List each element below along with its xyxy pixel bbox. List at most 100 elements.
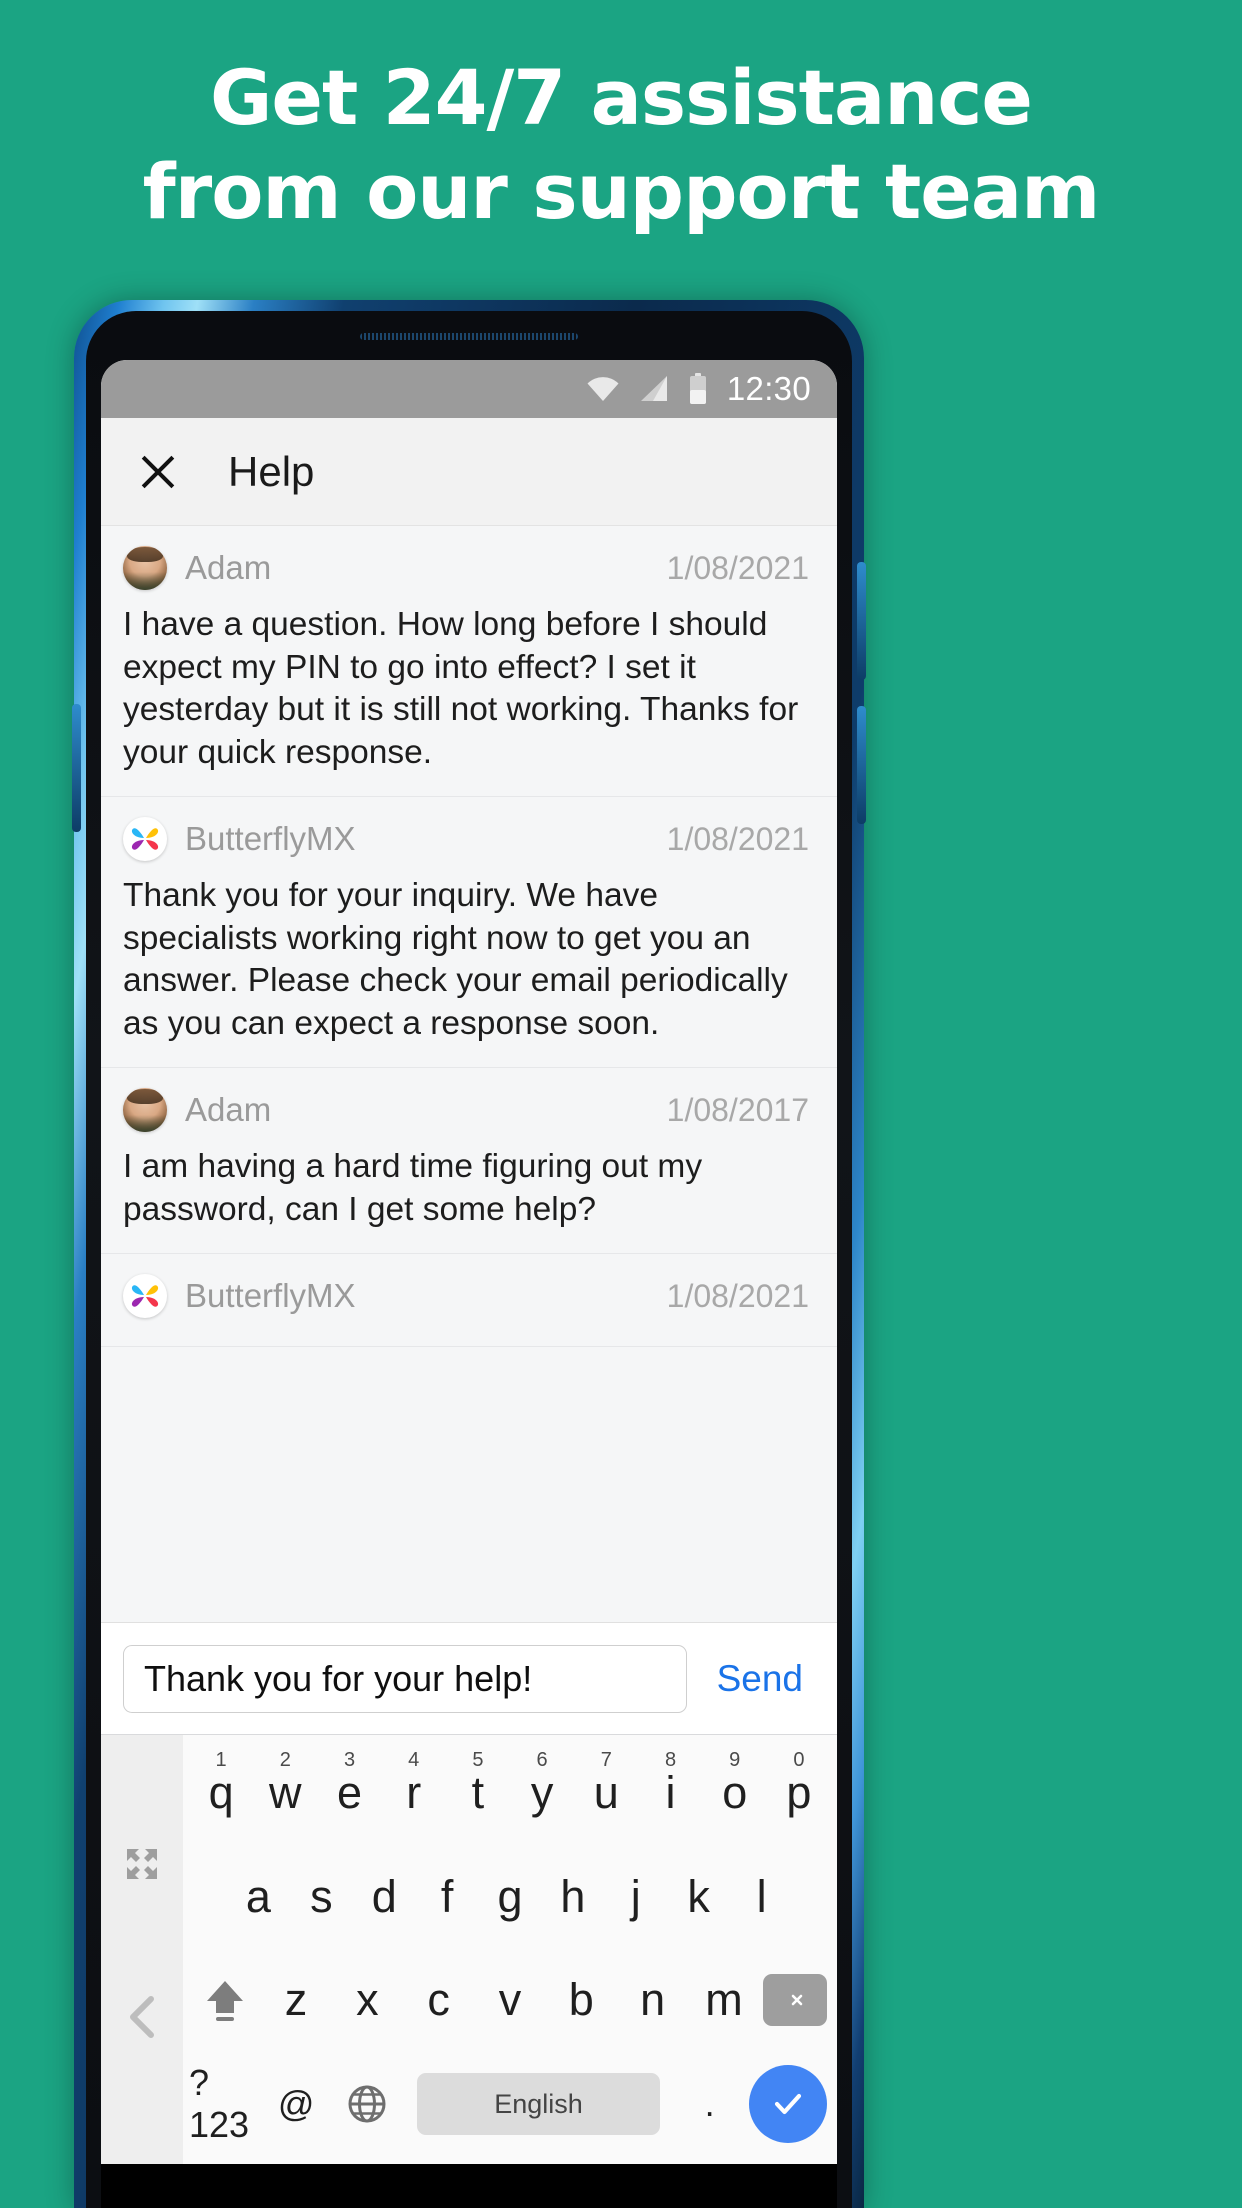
key-z[interactable]: z [260,1949,331,2053]
key-label: r [406,1766,422,1818]
key-label: p [786,1766,812,1818]
chevron-left-icon[interactable] [125,1993,159,2041]
key-h[interactable]: h [541,1845,604,1949]
key-label: i [665,1766,676,1818]
shift-key[interactable] [189,1949,260,2053]
keyboard-side-panel [101,1735,183,2164]
period-key[interactable]: . [674,2052,745,2156]
expand-arrows-icon[interactable] [121,1843,163,1885]
key-y[interactable]: 6y [510,1741,574,1845]
key-r[interactable]: 4r [382,1741,446,1845]
avatar [123,1274,167,1319]
key-t[interactable]: 5t [446,1741,510,1845]
key-hint: 4 [408,1749,420,1771]
key-hint: 6 [536,1749,548,1771]
keyboard-keys: 1q 2w 3e 4r 5t 6y 7u 8i 9o 0p a s d f g … [183,1735,837,2164]
earpiece-speaker [360,333,578,340]
globe-icon [348,2085,386,2123]
key-hint: 9 [729,1749,741,1771]
symbols-key[interactable]: ?123 [189,2052,260,2156]
status-bar-clock: 12:30 [726,370,811,407]
message-item[interactable]: Adam 1/08/2021 I have a question. How lo… [101,526,837,798]
key-hint: 1 [215,1749,227,1771]
message-header: Adam 1/08/2021 [101,526,837,590]
message-sender: ButterflyMX [185,820,356,858]
key-q[interactable]: 1q [189,1741,253,1845]
key-k[interactable]: k [667,1845,730,1949]
space-key[interactable]: English [417,2073,660,2136]
backspace-icon [763,1974,828,2027]
butterfly-logo-icon [131,1285,159,1308]
promo-headline: Get 24/7 assistance from our support tea… [0,58,1242,232]
promo-headline-line-2: from our support team [142,146,1101,236]
keyboard-row-1: 1q 2w 3e 4r 5t 6y 7u 8i 9o 0p [189,1741,831,1845]
app-bar: Help [101,418,837,526]
key-n[interactable]: n [617,1949,688,2053]
key-g[interactable]: g [479,1845,542,1949]
phone-side-button-left[interactable] [72,704,81,832]
key-b[interactable]: b [546,1949,617,2053]
conversation-list[interactable]: Adam 1/08/2021 I have a question. How lo… [101,526,837,1622]
message-body: I am having a hard time figuring out my … [123,1148,703,1228]
backspace-key[interactable] [760,1949,831,2053]
send-button[interactable]: Send [703,1658,817,1700]
key-label: w [269,1766,302,1818]
keyboard-row-3: z x c v b n m [189,1949,831,2053]
key-o[interactable]: 9o [703,1741,767,1845]
phone-power-button[interactable] [857,706,866,824]
avatar [123,1088,167,1133]
close-icon[interactable] [135,449,181,495]
phone-mockup: 12:30 Help Adam 1/08/2021 I have a quest… [72,300,866,2208]
at-key[interactable]: @ [260,2052,331,2156]
key-e[interactable]: 3e [317,1741,381,1845]
key-u[interactable]: 7u [574,1741,638,1845]
message-date: 1/08/2021 [666,820,809,857]
key-d[interactable]: d [353,1845,416,1949]
key-s[interactable]: s [290,1845,353,1949]
key-i[interactable]: 8i [638,1741,702,1845]
key-label: e [336,1766,363,1818]
system-navigation-bar [101,2164,837,2208]
key-hint: 2 [279,1749,291,1771]
message-sender: Adam [185,1091,272,1129]
key-m[interactable]: m [688,1949,759,2053]
message-sender: ButterflyMX [185,1277,356,1315]
key-a[interactable]: a [227,1845,290,1949]
enter-key[interactable] [745,2052,831,2156]
shift-arrow-icon [206,1981,243,2022]
message-item[interactable]: ButterflyMX 1/08/2021 [101,1254,837,1348]
butterfly-logo-icon [131,828,159,850]
keyboard-row-2: a s d f g h j k l [189,1845,831,1949]
key-label: u [593,1766,619,1818]
message-input[interactable]: Thank you for your help! [123,1644,687,1713]
key-w[interactable]: 2w [253,1741,317,1845]
key-f[interactable]: f [416,1845,479,1949]
key-p[interactable]: 0p [767,1741,831,1845]
promo-headline-line-1: Get 24/7 assistance [210,53,1033,142]
message-item[interactable]: Adam 1/08/2017 I am having a hard time f… [101,1068,837,1255]
language-globe-key[interactable] [332,2052,403,2156]
avatar [123,546,167,590]
phone-volume-button[interactable] [857,562,866,680]
phone-screen: 12:30 Help Adam 1/08/2021 I have a quest… [101,360,837,2208]
key-c[interactable]: c [403,1949,474,2053]
on-screen-keyboard[interactable]: 1q 2w 3e 4r 5t 6y 7u 8i 9o 0p a s d f g … [101,1734,837,2164]
keyboard-row-4: ?123 @ English . [189,2052,831,2156]
key-hint: 8 [664,1749,677,1771]
key-x[interactable]: x [332,1949,403,2053]
message-item[interactable]: ButterflyMX 1/08/2021 Thank you for your… [101,797,837,1069]
message-body: Thank you for your inquiry. We have spec… [123,877,788,1042]
message-header: Adam 1/08/2017 [101,1068,837,1133]
key-v[interactable]: v [474,1949,545,2053]
key-label: q [208,1766,234,1818]
battery-icon [689,373,706,404]
message-composer: Thank you for your help! Send [101,1622,837,1734]
key-j[interactable]: j [604,1845,667,1949]
key-l[interactable]: l [730,1845,793,1949]
key-hint: 3 [343,1749,356,1771]
wifi-icon [587,377,619,401]
key-label: t [471,1766,485,1818]
key-hint: 7 [600,1749,612,1771]
message-header: ButterflyMX 1/08/2021 [101,797,837,862]
message-date: 1/08/2021 [666,549,809,586]
